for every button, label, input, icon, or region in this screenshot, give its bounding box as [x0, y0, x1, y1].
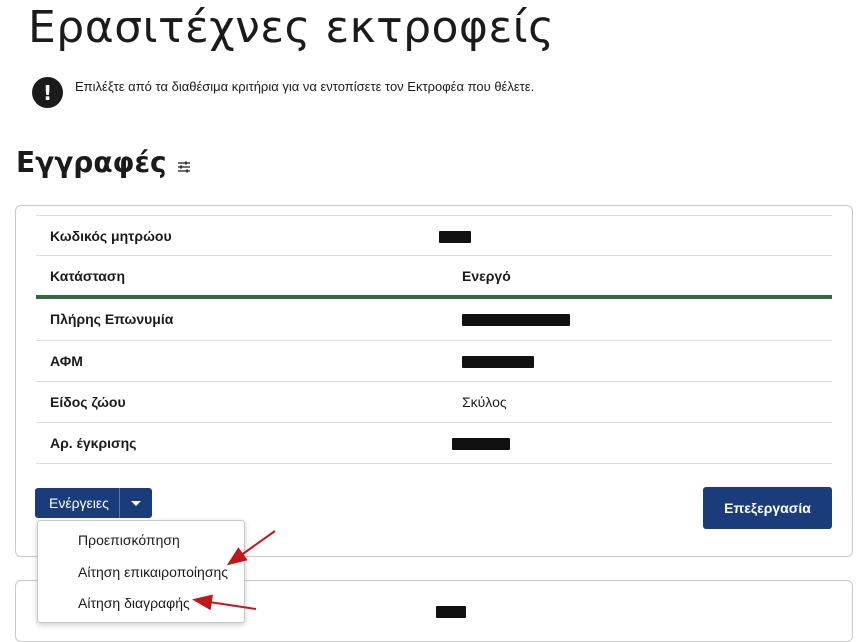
dropdown-toggle[interactable] — [118, 488, 152, 518]
row-status: Κατάσταση Ενεργό — [36, 255, 832, 296]
registry-code-label: Κωδικός μητρώου — [50, 228, 172, 244]
actions-menu: Προεπισκόπηση Αίτηση επικαιροποίησης Αίτ… — [37, 520, 245, 623]
afm-label: ΑΦΜ — [50, 353, 83, 369]
status-label: Κατάσταση — [50, 268, 126, 284]
row-registry-code: Κωδικός μητρώου — [36, 215, 832, 256]
row-full-name: Πλήρης Επωνυμία — [36, 299, 832, 339]
section-header: Εγγραφές — [16, 146, 191, 179]
actions-label[interactable]: Ενέργειες — [35, 488, 119, 518]
status-value: Ενεργό — [462, 268, 511, 284]
redacted-value — [439, 231, 471, 244]
redacted-value — [452, 438, 510, 451]
row-animal-type: Είδος ζώου Σκύλος — [36, 381, 832, 422]
row-afm: ΑΦΜ — [36, 340, 832, 381]
sliders-icon[interactable] — [177, 161, 191, 173]
page-title: Ερασιτέχνες εκτροφείς — [28, 2, 555, 53]
menu-item-delete-request[interactable]: Αίτηση διαγραφής — [78, 595, 190, 611]
row-approval-no: Αρ. έγκρισης — [36, 422, 832, 464]
animal-type-value: Σκύλος — [462, 394, 507, 410]
redacted-value — [462, 314, 570, 327]
animal-type-label: Είδος ζώου — [50, 394, 126, 410]
edit-button[interactable]: Επεξεργασία — [703, 487, 832, 529]
section-title: Εγγραφές — [16, 146, 167, 179]
notice-text: Επιλέξτε από τα διαθέσιμα κριτήρια για ν… — [75, 79, 535, 94]
redacted-value — [436, 606, 466, 618]
redacted-value — [462, 356, 534, 369]
menu-item-preview[interactable]: Προεπισκόπηση — [78, 532, 180, 548]
exclamation-icon: ! — [32, 77, 63, 108]
caret-down-icon — [130, 500, 141, 506]
menu-item-update-request[interactable]: Αίτηση επικαιροποίησης — [78, 564, 228, 580]
full-name-label: Πλήρης Επωνυμία — [50, 311, 174, 327]
info-notice: ! Επιλέξτε από τα διαθέσιμα κριτήρια για… — [32, 77, 534, 108]
approval-no-label: Αρ. έγκρισης — [50, 435, 137, 451]
actions-dropdown-button[interactable]: Ενέργειες — [35, 488, 152, 518]
